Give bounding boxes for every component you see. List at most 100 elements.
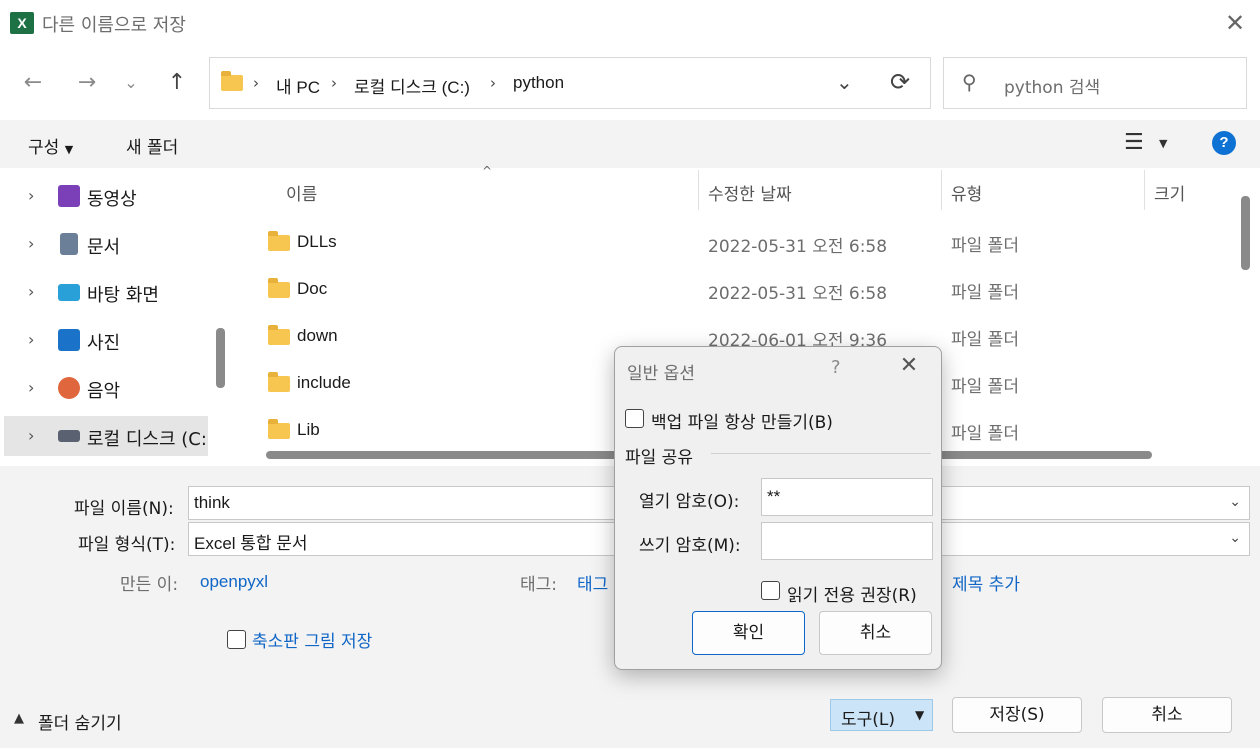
- close-icon[interactable]: ✕: [897, 353, 921, 378]
- column-header-size[interactable]: 크기: [1154, 180, 1185, 205]
- up-arrow-icon[interactable]: ↑: [162, 70, 192, 96]
- breadcrumb-chevron-icon: ›: [331, 74, 337, 92]
- file-row-name[interactable]: Lib: [297, 420, 320, 440]
- backup-label[interactable]: 백업 파일 항상 만들기(B): [651, 408, 833, 433]
- filename-value: think: [194, 493, 230, 512]
- read-only-label[interactable]: 읽기 전용 권장(R): [787, 581, 917, 606]
- file-row-name[interactable]: Doc: [297, 279, 327, 299]
- column-divider[interactable]: [941, 170, 942, 210]
- forward-arrow-icon[interactable]: →: [72, 70, 102, 96]
- breadcrumb-item[interactable]: 로컬 디스크 (C:): [354, 73, 470, 98]
- folder-icon: [268, 231, 290, 251]
- dialog-title: 일반 옵션: [627, 364, 695, 384]
- backup-checkbox[interactable]: [625, 409, 644, 428]
- sidebar-item-label: 로컬 디스크 (C:: [87, 429, 207, 450]
- new-folder-button[interactable]: 새 폴더: [126, 133, 178, 158]
- column-divider[interactable]: [698, 170, 699, 210]
- command-bar: [0, 120, 1260, 168]
- column-divider[interactable]: [1144, 170, 1145, 210]
- tools-button[interactable]: 도구(L) ▼: [830, 699, 933, 731]
- cancel-button[interactable]: 취소: [1102, 697, 1232, 733]
- sidebar-item-label: 동영상: [87, 189, 137, 210]
- search-box[interactable]: ⚲ python 검색: [943, 57, 1247, 109]
- expand-chevron-icon[interactable]: ›: [28, 330, 34, 349]
- help-icon[interactable]: ?: [1212, 131, 1236, 155]
- help-icon[interactable]: ?: [831, 357, 841, 378]
- folder-icon: [268, 372, 290, 392]
- file-row-name[interactable]: include: [297, 373, 351, 393]
- expand-chevron-icon[interactable]: ›: [28, 378, 34, 397]
- sort-ascending-icon: ^: [482, 164, 493, 178]
- back-arrow-icon[interactable]: ←: [18, 70, 48, 96]
- organize-label: 구성: [28, 138, 60, 158]
- title-value[interactable]: 제목 추가: [952, 570, 1020, 595]
- open-password-input[interactable]: **: [761, 478, 933, 516]
- chevron-up-icon[interactable]: ▲: [14, 711, 24, 726]
- tags-label: 태그:: [520, 575, 558, 595]
- view-dropdown-chevron-icon[interactable]: ▼: [1159, 137, 1167, 150]
- hide-folders-button[interactable]: 폴더 숨기기: [38, 709, 122, 734]
- general-options-dialog: 일반 옵션 ? ✕ 백업 파일 항상 만들기(B) 파일 공유 열기 암호(O)…: [614, 346, 942, 670]
- filetype-value: Excel 통합 문서: [194, 534, 308, 553]
- tags-value[interactable]: 태그: [577, 570, 608, 595]
- search-input[interactable]: python 검색: [1004, 73, 1100, 98]
- chevron-down-icon[interactable]: ⌄: [1229, 530, 1241, 546]
- sidebar-item-music[interactable]: › 음악: [0, 368, 210, 408]
- section-divider: [711, 453, 931, 454]
- save-button[interactable]: 저장(S): [952, 697, 1082, 733]
- desktop-icon: [58, 284, 80, 301]
- breadcrumb-item[interactable]: 내 PC: [276, 73, 320, 98]
- vertical-scrollbar[interactable]: [1241, 196, 1250, 270]
- excel-icon: X: [10, 12, 34, 34]
- file-row-modified: 2022-05-31 오전 6:58: [708, 237, 888, 257]
- author-value[interactable]: openpyxl: [200, 572, 268, 592]
- filename-label: 파일 이름(N):: [74, 499, 174, 519]
- modify-password-input[interactable]: [761, 522, 933, 560]
- drive-icon: [58, 430, 80, 442]
- chevron-down-icon[interactable]: ⌄: [1229, 494, 1241, 510]
- modify-password-label: 쓰기 암호(M):: [639, 536, 741, 556]
- sidebar-item-videos[interactable]: › 동영상: [0, 176, 210, 216]
- author-label: 만든 이:: [120, 575, 179, 595]
- close-icon[interactable]: ✕: [1222, 8, 1248, 38]
- refresh-icon[interactable]: ⟳: [890, 68, 910, 96]
- expand-chevron-icon[interactable]: ›: [28, 426, 34, 445]
- sidebar-item-label: 음악: [87, 381, 121, 402]
- expand-chevron-icon[interactable]: ›: [28, 186, 34, 205]
- column-header-modified[interactable]: 수정한 날짜: [708, 180, 792, 205]
- sidebar-item-documents[interactable]: › 문서: [0, 224, 210, 264]
- folder-icon: [268, 419, 290, 439]
- thumbnail-label[interactable]: 축소판 그림 저장: [252, 627, 372, 652]
- breadcrumb-item[interactable]: python: [513, 73, 564, 93]
- column-header-name[interactable]: 이름: [286, 180, 317, 205]
- ok-button[interactable]: 확인: [692, 611, 805, 655]
- file-sharing-section-label: 파일 공유: [625, 448, 693, 468]
- address-dropdown-icon[interactable]: ⌄: [836, 70, 853, 94]
- sidebar-item-local-disk[interactable]: › 로컬 디스크 (C:: [4, 416, 208, 456]
- video-icon: [58, 185, 80, 207]
- document-icon: [60, 233, 78, 255]
- filetype-label: 파일 형식(T):: [78, 535, 176, 555]
- nav-pane-scrollbar[interactable]: [216, 328, 225, 388]
- view-options-icon[interactable]: ☰: [1124, 130, 1144, 155]
- file-row-type: 파일 폴더: [951, 424, 1019, 444]
- column-header-type[interactable]: 유형: [951, 180, 982, 205]
- breadcrumb-chevron-icon: ›: [253, 74, 259, 92]
- sidebar-item-pictures[interactable]: › 사진: [0, 320, 210, 360]
- sidebar-item-label: 사진: [87, 333, 121, 354]
- expand-chevron-icon[interactable]: ›: [28, 234, 34, 253]
- tools-label: 도구(L): [841, 710, 896, 730]
- file-row-name[interactable]: down: [297, 326, 338, 346]
- sidebar-item-label: 바탕 화면: [87, 285, 159, 306]
- expand-chevron-icon[interactable]: ›: [28, 282, 34, 301]
- dialog-cancel-button[interactable]: 취소: [819, 611, 932, 655]
- sidebar-item-label: 문서: [87, 237, 121, 258]
- sidebar-item-desktop[interactable]: › 바탕 화면: [0, 272, 210, 312]
- thumbnail-checkbox[interactable]: [227, 630, 246, 649]
- organize-button[interactable]: 구성 ▼: [28, 133, 73, 158]
- read-only-checkbox[interactable]: [761, 581, 780, 600]
- file-row-name[interactable]: DLLs: [297, 232, 337, 252]
- chevron-down-icon: ▼: [915, 708, 925, 722]
- open-password-value: **: [767, 487, 781, 506]
- recent-locations-chevron-icon[interactable]: ⌄: [116, 70, 146, 96]
